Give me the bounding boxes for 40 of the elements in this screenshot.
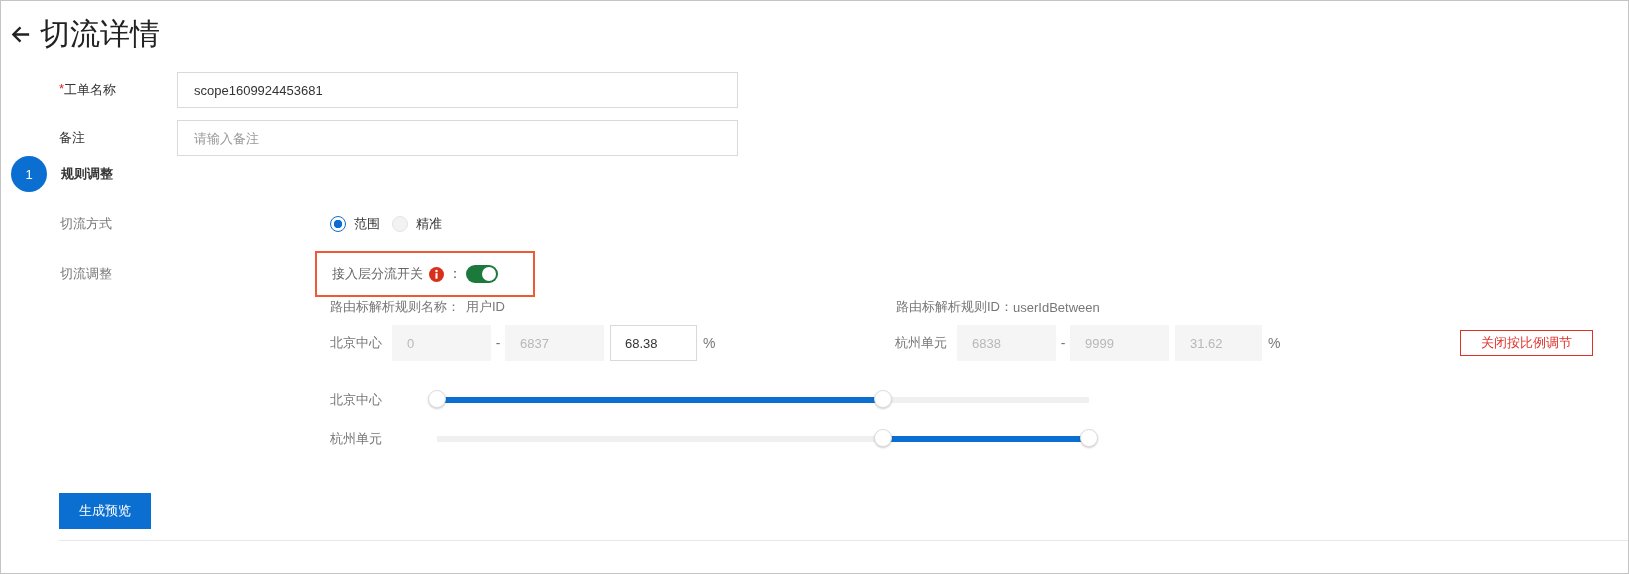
required-mark: * xyxy=(59,81,65,98)
colon-text: ： xyxy=(448,265,462,283)
info-icon xyxy=(429,266,444,282)
dash-text: - xyxy=(494,335,502,351)
field-label: 切流调整 xyxy=(60,265,113,283)
slider-handle[interactable] xyxy=(428,390,446,408)
slider-label: 北京中心 xyxy=(330,391,383,409)
ratio-toggle-button[interactable]: 关闭按比例调节 xyxy=(1460,330,1593,356)
input-field: 6838 xyxy=(957,325,1056,361)
step-number: 1 xyxy=(11,156,47,192)
slider-handle[interactable] xyxy=(873,390,892,408)
rule-name-label: 路由标解析规则名称： xyxy=(330,298,460,316)
generate-preview-button[interactable]: 生成预览 xyxy=(59,493,151,529)
percent-field: 31.62 xyxy=(1175,325,1262,361)
radio-option[interactable]: 范围 xyxy=(330,215,380,233)
page-title: 切流详情 xyxy=(40,15,160,52)
radio-option[interactable]: 精准 xyxy=(392,215,442,233)
input-field: 0 xyxy=(392,325,491,361)
field-label: 工单名称 xyxy=(64,81,117,99)
percent-field[interactable]: 68.38 xyxy=(610,325,697,361)
input-field[interactable]: scope1609924453681 xyxy=(177,72,738,108)
rule-id-label: 路由标解析规则ID： xyxy=(896,298,1013,316)
input-field: 6837 xyxy=(505,325,604,361)
step-title: 规则调整 xyxy=(61,165,113,183)
range-label: 北京中心 xyxy=(330,334,383,352)
field-label: 备注 xyxy=(59,129,85,147)
slider-handle[interactable] xyxy=(1080,429,1098,447)
percent-sign: % xyxy=(1268,335,1281,351)
rule-id-value: userIdBetween xyxy=(1013,299,1100,315)
range-label: 杭州单元 xyxy=(895,334,948,352)
rule-name-value: 用户ID xyxy=(466,298,505,316)
percent-sign: % xyxy=(703,335,716,351)
slider-label: 杭州单元 xyxy=(330,430,383,448)
input-field[interactable]: 请输入备注 xyxy=(177,120,738,156)
toggle-switch[interactable] xyxy=(466,265,498,283)
dash-text: - xyxy=(1059,335,1067,351)
input-field: 9999 xyxy=(1070,325,1169,361)
field-label: 切流方式 xyxy=(60,215,113,233)
slider-handle[interactable] xyxy=(873,429,892,447)
switch-label: 接入层分流开关 xyxy=(332,265,423,283)
